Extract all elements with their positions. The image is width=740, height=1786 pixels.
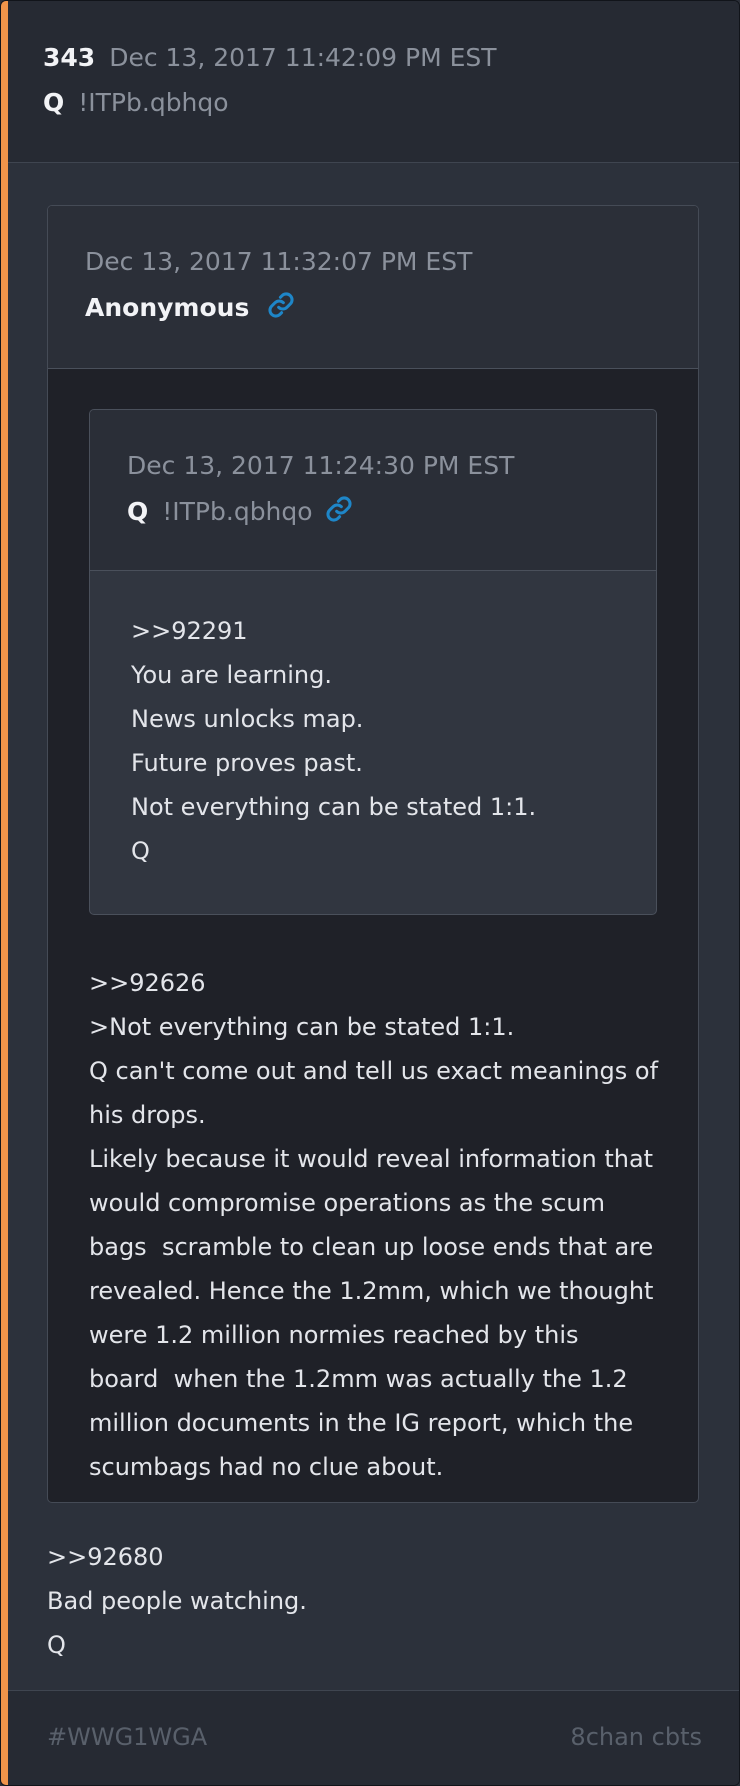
post-meta-line: 343 Dec 13, 2017 11:42:09 PM EST — [43, 43, 497, 72]
post-accent-bar — [1, 1, 8, 1785]
quoted-post-body: >>92626 >Not everything can be stated 1:… — [89, 961, 664, 1489]
quoted-post-line: million documents in the IG report, whic… — [89, 1409, 634, 1437]
nested-quote-author-line: Q !ITPb.qbhqo — [127, 495, 353, 529]
post-source: 8chan cbts — [570, 1723, 702, 1751]
post-body-line[interactable]: >>92680 — [47, 1535, 699, 1579]
post-header: 343 Dec 13, 2017 11:42:09 PM EST Q !ITPb.q… — [8, 1, 739, 163]
nested-quote-line[interactable]: >>92291 — [131, 609, 626, 653]
quoted-post-date: Dec 13, 2017 11:32:07 PM EST — [85, 247, 473, 276]
post-footer: #WWG1WGA 8chan cbts — [8, 1690, 739, 1785]
post-card: 343 Dec 13, 2017 11:42:09 PM EST Q !ITPb.q… — [0, 0, 740, 1786]
quoted-post-line: >Not everything can be stated 1:1. — [89, 1013, 515, 1041]
nested-quote-tripcode: !ITPb.qbhqo — [162, 497, 313, 526]
nested-quote-line: News unlocks map. — [131, 705, 364, 733]
link-icon[interactable] — [325, 495, 353, 529]
quoted-post-anonymous: Dec 13, 2017 11:32:07 PM EST Anonymous D… — [47, 205, 699, 1503]
quoted-post-line: Q can't come out and tell us exact meani… — [89, 1057, 659, 1085]
nested-quote-author: Q — [127, 497, 149, 526]
quoted-post-line: revealed. Hence the 1.2mm, which we thou… — [89, 1277, 654, 1305]
post-tripcode: !ITPb.qbhqo — [78, 88, 229, 117]
post-date: Dec 13, 2017 11:42:09 PM EST — [109, 43, 497, 72]
quoted-post-line: Likely because it would reveal informati… — [89, 1145, 654, 1173]
quoted-post-line: scumbags had no clue about. — [89, 1453, 444, 1481]
hashtag: #WWG1WGA — [47, 1723, 208, 1751]
quoted-post-line: were 1.2 million normies reached by this — [89, 1321, 579, 1349]
nested-quote-date: Dec 13, 2017 11:24:30 PM EST — [127, 451, 515, 480]
quoted-post-line: board when the 1.2mm was actually the 1.… — [89, 1365, 628, 1393]
quoted-post-author: Anonymous — [85, 293, 250, 322]
quoted-post-line: would compromise operations as the scum — [89, 1189, 606, 1217]
quoted-post-line: his drops. — [89, 1101, 206, 1129]
post-body-line: Q — [47, 1631, 66, 1659]
nested-quote-body: >>92291 You are learning. News unlocks m… — [131, 609, 626, 873]
post-body-line: Bad people watching. — [47, 1587, 307, 1615]
nested-quote-header: Dec 13, 2017 11:24:30 PM EST Q !ITPb.qbhq… — [90, 410, 656, 571]
quoted-post-q: Dec 13, 2017 11:24:30 PM EST Q !ITPb.qbhq… — [89, 409, 657, 915]
quoted-post-header: Dec 13, 2017 11:32:07 PM EST Anonymous — [48, 206, 698, 369]
link-icon[interactable] — [267, 291, 295, 325]
quoted-post-line: bags scramble to clean up loose ends tha… — [89, 1233, 654, 1261]
post-author-line: Q !ITPb.qbhqo — [43, 88, 229, 117]
quoted-post-author-line: Anonymous — [85, 291, 295, 325]
nested-quote-line: You are learning. — [131, 661, 332, 689]
nested-quote-line: Not everything can be stated 1:1. — [131, 793, 537, 821]
nested-quote-line: Future proves past. — [131, 749, 363, 777]
nested-quote-line: Q — [131, 837, 150, 865]
post-number: 343 — [43, 43, 96, 72]
quoted-post-line[interactable]: >>92626 — [89, 961, 664, 1005]
post-author: Q — [43, 88, 65, 117]
post-body: >>92680 Bad people watching. Q — [47, 1535, 699, 1667]
